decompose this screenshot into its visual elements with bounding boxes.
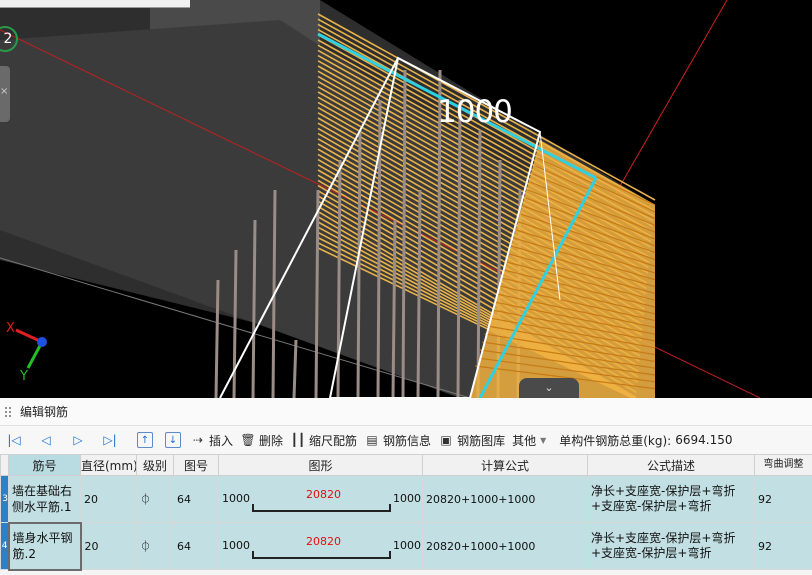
row-index[interactable]: 4 [0, 522, 9, 570]
top-strip [0, 0, 190, 8]
shape-right-length: 1000 [393, 539, 421, 552]
panel-title-bar: 编辑钢筋 [0, 398, 812, 426]
rebar-table: 筋号 直径(mm) 级别 图号 图形 计算公式 公式描述 弯曲调整 3 墙在基础… [0, 454, 812, 571]
move-up-button[interactable]: ↑ [137, 432, 153, 448]
toolbar: |◁ ◁ ▷ ▷| ↑ ↓ ⇢ 插入 🗑 删除 ┃┃ 缩尺配筋 ▤ 钢筋信息 ▣ 钢筋图库… [0, 426, 812, 454]
scale-rebar-button[interactable]: ┃┃ 缩尺配筋 [290, 432, 357, 449]
axis-x-label: X [6, 321, 15, 336]
side-panel-tab[interactable]: × [0, 66, 10, 122]
rebar-info-button[interactable]: ▤ 钢筋信息 [364, 432, 431, 449]
3d-viewport[interactable]: X Y 2 × 1000 ⌄ [0, 0, 812, 398]
header-diameter[interactable]: 直径(mm) [80, 454, 137, 476]
row-bar-name[interactable]: 墙在基础右侧水平筋.1 [8, 475, 81, 523]
row-shape[interactable]: 1000 20820 1000 [218, 475, 423, 523]
chevron-down-icon: ▼ [540, 435, 547, 445]
image-library-icon: ▣ [440, 433, 452, 447]
header-description[interactable]: 公式描述 [587, 454, 755, 476]
row-grade[interactable]: ⏀ [136, 522, 174, 570]
info-sheet-icon: ▤ [366, 433, 378, 447]
total-weight-value: 6694.150 [675, 433, 733, 447]
drag-grip-icon[interactable] [4, 405, 12, 418]
header-grade[interactable]: 级别 [136, 454, 174, 476]
row-figure-no[interactable]: 64 [173, 522, 219, 570]
collapse-panel-button[interactable]: ⌄ [519, 378, 579, 398]
last-record-button[interactable]: ▷| [98, 430, 122, 450]
header-bar-no[interactable]: 筋号 [8, 454, 81, 476]
row-formula[interactable]: 20820+1000+1000 [422, 475, 588, 523]
axis-y-label: Y [19, 369, 28, 384]
shape-main-length[interactable]: 20820 [222, 488, 419, 501]
row-figure-no[interactable]: 64 [173, 475, 219, 523]
row-grade[interactable]: ⏀ [136, 475, 174, 523]
row-bend[interactable]: 92 [754, 522, 812, 570]
header-figure-no[interactable]: 图号 [173, 454, 219, 476]
prev-record-button[interactable]: ◁ [34, 430, 58, 450]
header-index [0, 454, 9, 476]
trash-icon: 🗑 [240, 433, 256, 447]
shape-bar-drawing [252, 551, 391, 559]
ruler-icon: ┃┃ [290, 433, 306, 447]
row-description[interactable]: 净长+支座宽-保护层+弯折+支座宽-保护层+弯折 [587, 475, 755, 523]
table-row[interactable]: 4 墙身水平钢筋.2 20 ⏀ 64 1000 20820 1000 20820… [0, 521, 812, 571]
scale-rebar-label: 缩尺配筋 [309, 433, 358, 448]
row-bar-name[interactable]: 墙身水平钢筋.2 [7, 521, 82, 571]
dimension-label: 1000 [437, 94, 513, 130]
row-bend[interactable]: 92 [754, 475, 812, 523]
header-formula[interactable]: 计算公式 [422, 454, 588, 476]
row-diameter[interactable]: 20 [80, 475, 137, 523]
move-down-button[interactable]: ↓ [165, 432, 181, 448]
row-diameter[interactable]: 20 [80, 522, 137, 570]
row-description[interactable]: 净长+支座宽-保护层+弯折+支座宽-保护层+弯折 [587, 522, 755, 570]
close-icon: × [0, 86, 9, 97]
table-row[interactable]: 3 墙在基础右侧水平筋.1 20 ⏀ 64 1000 20820 1000 20… [0, 475, 812, 523]
delete-label: 删除 [259, 433, 284, 448]
header-shape[interactable]: 图形 [218, 454, 423, 476]
first-record-button[interactable]: |◁ [2, 430, 26, 450]
header-bend[interactable]: 弯曲调整 [754, 454, 812, 476]
other-menu-button[interactable]: 其他 ▼ [512, 432, 556, 449]
table-header-row: 筋号 直径(mm) 级别 图号 图形 计算公式 公式描述 弯曲调整 [0, 454, 812, 476]
insert-label: 插入 [209, 433, 234, 448]
rebar-info-label: 钢筋信息 [383, 433, 432, 448]
delete-button[interactable]: 🗑 删除 [240, 432, 283, 449]
shape-main-length[interactable]: 20820 [222, 535, 419, 548]
next-record-button[interactable]: ▷ [66, 430, 90, 450]
insert-button[interactable]: ⇢ 插入 [190, 432, 233, 449]
row-index[interactable]: 3 [0, 475, 9, 523]
row-formula[interactable]: 20820+1000+1000 [422, 522, 588, 570]
rebar-3d-scene: X Y [0, 0, 761, 398]
shape-right-length: 1000 [393, 492, 421, 505]
rebar-edit-panel: 编辑钢筋 |◁ ◁ ▷ ▷| ↑ ↓ ⇢ 插入 🗑 删除 ┃┃ 缩尺配筋 ▤ 钢筋信息 … [0, 398, 812, 575]
panel-title: 编辑钢筋 [20, 405, 69, 419]
total-weight-label: 单构件钢筋总重(kg): [559, 433, 672, 448]
row-shape[interactable]: 1000 20820 1000 [218, 522, 423, 570]
rebar-library-label: 钢筋图库 [457, 433, 506, 448]
shape-bar-drawing [252, 504, 391, 512]
insert-icon: ⇢ [192, 433, 204, 447]
rebar-library-button[interactable]: ▣ 钢筋图库 [438, 432, 505, 449]
other-label: 其他 [512, 433, 537, 448]
